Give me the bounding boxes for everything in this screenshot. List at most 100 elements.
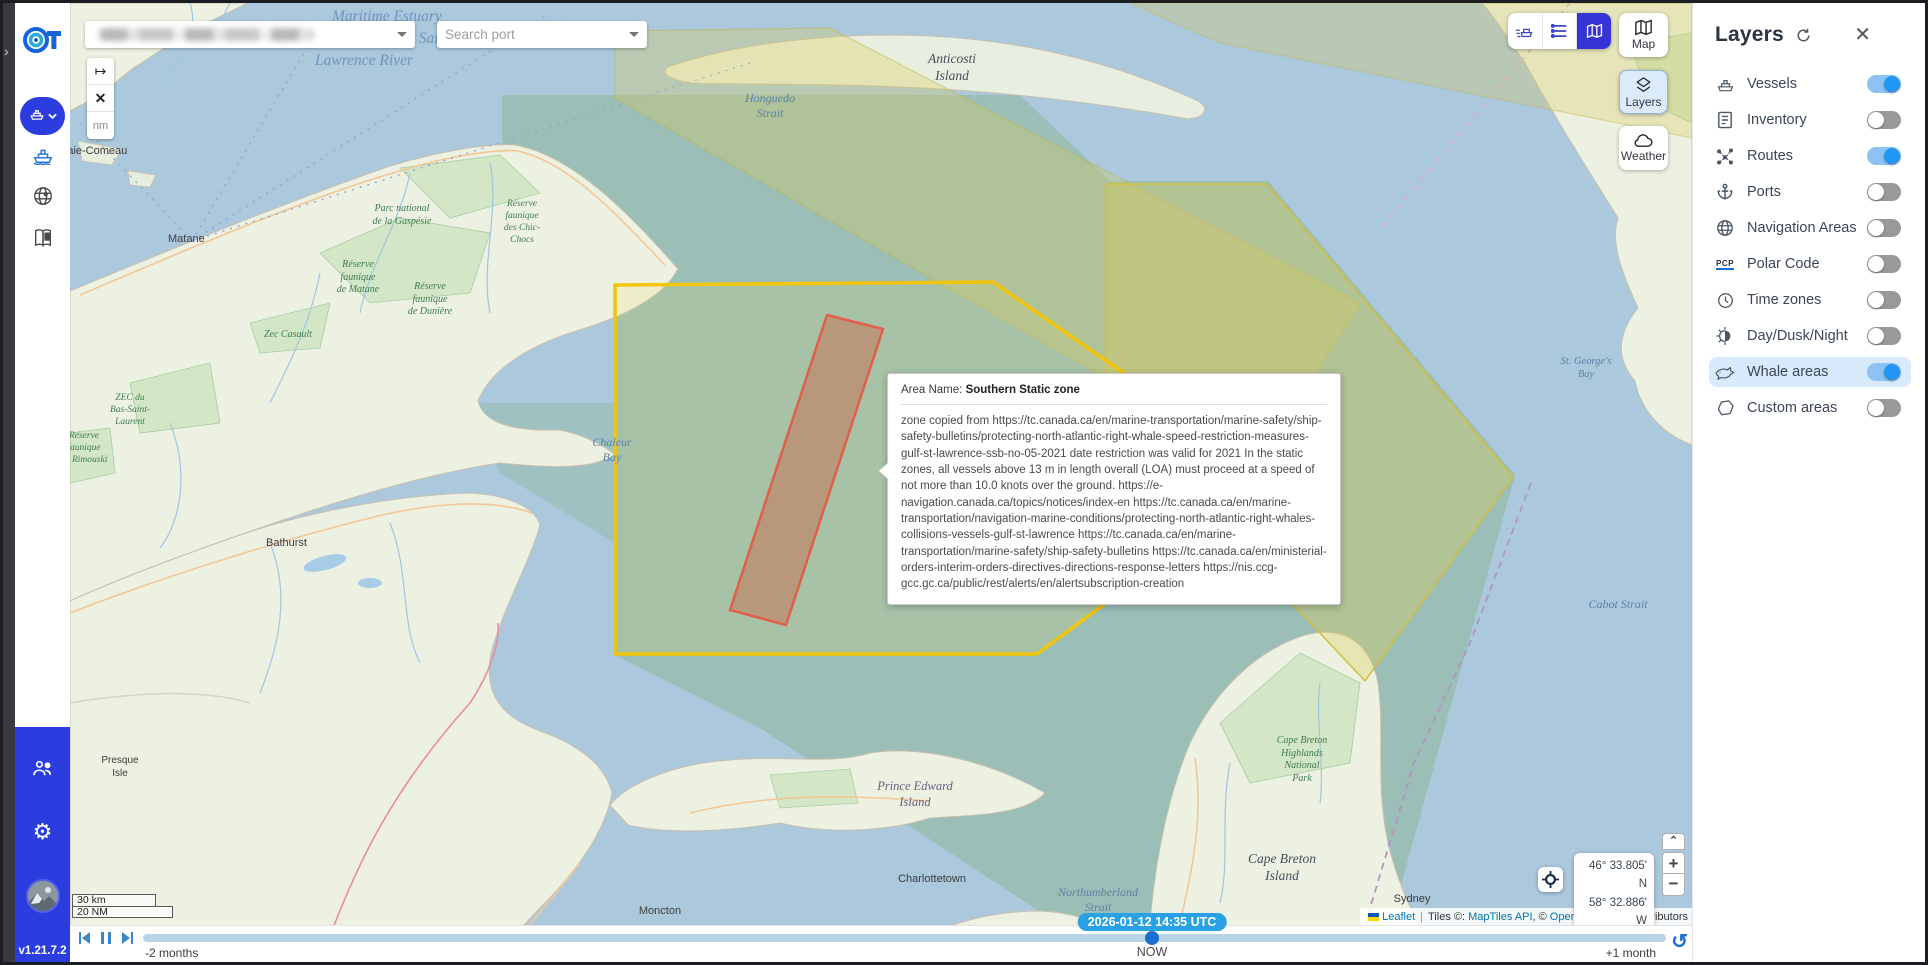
navigation-areas-toggle[interactable] [1867, 219, 1901, 237]
timeline-end-label: +1 month [1606, 946, 1656, 960]
ukraine-flag-icon [1368, 913, 1379, 921]
close-icon[interactable]: ✕ [1854, 28, 1871, 42]
measure-distance-button[interactable]: ↦ [87, 58, 114, 85]
timeline-track[interactable] [143, 934, 1666, 942]
settings-gear-icon[interactable]: ⚙ [33, 819, 53, 845]
chevron-down-icon [48, 107, 57, 125]
clock-icon [1715, 292, 1735, 309]
layer-row-whale-areas: Whale areas [1709, 357, 1911, 387]
ports-toggle[interactable] [1867, 183, 1901, 201]
layers-button[interactable]: Layers [1619, 70, 1668, 114]
user-avatar[interactable] [26, 879, 60, 913]
layer-label: Navigation Areas [1747, 220, 1857, 236]
timeline-controls [77, 931, 135, 945]
app-logo [23, 25, 63, 55]
route-icon [1715, 148, 1735, 165]
area-tooltip-title: Area Name: Southern Static zone [901, 384, 1327, 405]
sidebar-item-vessels[interactable] [15, 145, 70, 165]
collapse-rail: › [3, 3, 15, 962]
basemap-button[interactable]: Map [1619, 13, 1668, 57]
port-search-input[interactable] [445, 27, 605, 42]
zoom-in-button[interactable]: + [1662, 852, 1685, 874]
measure-toolbar: ↦ ✕ nm [87, 58, 114, 139]
document-icon [1715, 111, 1735, 129]
layer-label: Day/Dusk/Night [1747, 328, 1848, 344]
refresh-icon[interactable] [1796, 28, 1811, 43]
target-icon [1542, 871, 1559, 888]
map-canvas[interactable]: Maritime Estuary of the Saint Lawrence R… [70, 3, 1692, 962]
layer-label: Ports [1747, 184, 1781, 200]
layer-row-vessels: Vessels [1709, 69, 1911, 99]
polar-code-icon: PCP [1715, 259, 1735, 270]
maptiles-link[interactable]: MapTiles API [1468, 911, 1532, 923]
polar-code-toggle[interactable] [1867, 255, 1901, 273]
whale-icon [1715, 365, 1735, 380]
sidebar-item-library[interactable] [15, 227, 70, 249]
timeline-current-time: 2026-01-12 14:35 UTC [1078, 913, 1227, 931]
users-icon[interactable] [32, 759, 54, 782]
vessel-search-dropdown[interactable] [85, 21, 415, 48]
measure-clear-button[interactable]: ✕ [87, 85, 114, 112]
locate-button[interactable] [1538, 867, 1563, 892]
app-window: › [3, 3, 1925, 962]
layer-label: Inventory [1747, 112, 1807, 128]
timeline-now-label: NOW [1137, 945, 1168, 959]
area-tooltip-body: zone copied from https://tc.canada.ca/en… [901, 413, 1327, 593]
whale-areas-toggle[interactable] [1867, 363, 1901, 381]
expand-sidebar-chevron-icon[interactable]: › [4, 43, 9, 59]
sidebar: ⚙ v1.21.7.2 [15, 3, 70, 962]
zoom-out-button[interactable]: − [1662, 874, 1685, 896]
polygon-icon [1715, 400, 1735, 416]
zoom-control: ⌃ + − [1662, 833, 1685, 896]
port-search-dropdown[interactable] [437, 21, 647, 48]
list-view-button[interactable] [1543, 13, 1578, 49]
layers-button-label: Layers [1625, 95, 1661, 109]
layer-row-navigation-areas: Navigation Areas [1709, 213, 1911, 243]
layers-panel-title: Layers [1715, 23, 1784, 47]
layer-label: Whale areas [1747, 364, 1828, 380]
vessel-mode-button[interactable] [20, 97, 65, 135]
area-tooltip: Area Name: Southern Static zone zone cop… [887, 373, 1341, 605]
chevron-down-icon [629, 32, 639, 37]
cursor-coordinates: 46° 33.805' N 58° 32.886' W [1574, 853, 1654, 935]
scale-km: 30 km [72, 894, 156, 906]
vessels-toggle[interactable] [1867, 75, 1901, 93]
collapse-zoom-button[interactable]: ⌃ [1662, 833, 1685, 850]
anchor-icon [1715, 183, 1735, 201]
sidebar-bottom-section: ⚙ v1.21.7.2 [15, 727, 70, 962]
layer-row-time-zones: Time zones [1709, 285, 1911, 315]
layer-row-inventory: Inventory [1709, 105, 1911, 135]
layers-icon [1634, 76, 1653, 94]
timeline-thumb[interactable] [1145, 931, 1159, 945]
map-tiles [70, 3, 1692, 962]
layer-row-routes: Routes [1709, 141, 1911, 171]
measure-unit-label[interactable]: nm [87, 112, 114, 139]
layer-label: Vessels [1747, 76, 1797, 92]
layers-panel: Layers ✕ Vessels Inventory [1692, 3, 1925, 962]
timeline-start-label: -2 months [145, 946, 198, 960]
custom-areas-toggle[interactable] [1867, 399, 1901, 417]
chevron-down-icon [397, 32, 407, 37]
map-view-button[interactable] [1577, 13, 1611, 49]
day-night-icon [1715, 327, 1735, 345]
vessel-view-button[interactable] [1508, 13, 1543, 49]
pause-button[interactable] [100, 931, 112, 945]
day-dusk-night-toggle[interactable] [1867, 327, 1901, 345]
basemap-button-label: Map [1632, 37, 1655, 51]
sidebar-item-world[interactable] [15, 185, 70, 207]
skip-to-start-button[interactable] [77, 931, 91, 945]
layer-row-custom-areas: Custom areas [1709, 393, 1911, 423]
layer-label: Custom areas [1747, 400, 1837, 416]
ship-icon [1715, 76, 1735, 93]
inventory-toggle[interactable] [1867, 111, 1901, 129]
skip-to-end-button[interactable] [121, 931, 135, 945]
timeline-reset-button[interactable]: ↺ [1671, 929, 1688, 954]
layer-label: Polar Code [1747, 256, 1820, 272]
layer-row-ports: Ports [1709, 177, 1911, 207]
area-name: Southern Static zone [966, 384, 1080, 396]
timeline-bar: 2026-01-12 14:35 UTC NOW -2 months +1 mo… [70, 925, 1692, 962]
routes-toggle[interactable] [1867, 147, 1901, 165]
leaflet-link[interactable]: Leaflet [1382, 911, 1415, 923]
weather-button[interactable]: Weather [1619, 126, 1668, 170]
time-zones-toggle[interactable] [1867, 291, 1901, 309]
